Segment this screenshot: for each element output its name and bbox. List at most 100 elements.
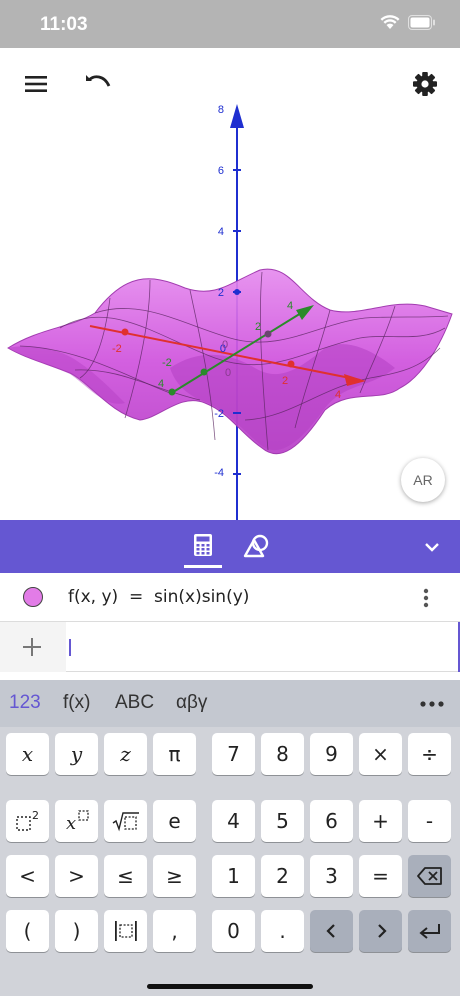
z-axis-arrow (230, 104, 244, 128)
key-backspace[interactable] (408, 855, 451, 897)
chevron-left-icon (325, 924, 335, 938)
key-8[interactable]: 8 (261, 733, 304, 775)
algebra-view: f(x, y) = sin(x)sin(y) (0, 573, 460, 680)
y-tick-label: -2 (162, 357, 172, 369)
chevron-down-icon (425, 543, 439, 552)
key-e[interactable]: e (153, 800, 196, 842)
z-tick-label: -4 (214, 467, 224, 479)
input-row (0, 622, 460, 672)
key-close-paren[interactable]: ) (55, 910, 98, 952)
key-divide[interactable]: ÷ (408, 733, 451, 775)
add-icon[interactable] (20, 635, 44, 659)
undo-icon (86, 75, 111, 87)
text-caret (69, 639, 71, 656)
key-less-equal[interactable]: ≤ (104, 855, 147, 897)
svg-text:x: x (66, 813, 76, 834)
origin-label: 0 (225, 367, 231, 379)
key-decimal[interactable]: . (261, 910, 304, 952)
enter-icon (418, 924, 440, 939)
key-less-than[interactable]: < (6, 855, 49, 897)
key-equals[interactable]: = (359, 855, 402, 897)
y-tick-label: 4 (287, 300, 293, 312)
active-tab-indicator (184, 565, 222, 568)
key-square[interactable]: 2 (6, 800, 49, 842)
tab-algebra[interactable] (182, 528, 224, 568)
z-tick-label: -2 (214, 408, 224, 420)
square-template-icon: 2 (15, 809, 39, 831)
x-tick-label: 4 (335, 389, 341, 401)
keyboard-tab-123[interactable]: 123 (9, 692, 41, 714)
key-cursor-left[interactable] (310, 910, 353, 952)
collapse-button[interactable] (416, 532, 448, 562)
power-template-icon: x (66, 810, 89, 834)
chevron-right-icon (377, 924, 387, 938)
key-greater-than[interactable]: > (55, 855, 98, 897)
undo-button[interactable] (80, 68, 116, 100)
y-axis-point (168, 388, 176, 396)
key-7[interactable]: 7 (212, 733, 255, 775)
key-multiply[interactable]: × (359, 733, 402, 775)
key-abs[interactable] (104, 910, 147, 952)
key-power[interactable]: x (55, 800, 98, 842)
key-x[interactable]: x (6, 733, 49, 775)
key-minus[interactable]: - (408, 800, 451, 842)
origin-label: 0 (222, 339, 228, 351)
x-axis-point (121, 328, 129, 336)
keyboard-tabs: 123 f(x) ABC αβγ (0, 680, 460, 727)
tab-tools[interactable] (238, 528, 278, 568)
calculator-icon (194, 534, 212, 556)
svg-text:2: 2 (32, 809, 39, 822)
key-greater-equal[interactable]: ≥ (153, 855, 196, 897)
3d-plot[interactable]: 8 6 4 2 0 -2 -4 2 4 -2 2 4 -2 0 0 4 (0, 48, 460, 520)
item-more-button[interactable] (414, 584, 438, 612)
y-tick-label: 4 (158, 378, 164, 390)
x-tick-label: -2 (112, 343, 122, 355)
view-tab-bar (0, 520, 460, 573)
key-comma[interactable]: , (153, 910, 196, 952)
battery-icon (408, 15, 435, 30)
wifi-icon (380, 15, 400, 29)
y-axis-point (200, 368, 208, 376)
visibility-toggle[interactable] (23, 587, 43, 607)
x-axis-point (287, 360, 295, 368)
keyboard-tab-greek[interactable]: αβγ (176, 692, 207, 714)
more-vertical-icon (423, 588, 429, 608)
backspace-icon (416, 867, 442, 885)
keyboard-more-icon[interactable] (418, 694, 446, 714)
key-cursor-right[interactable] (359, 910, 402, 952)
algebra-input-field[interactable] (66, 622, 460, 672)
key-y[interactable]: y (55, 733, 98, 775)
graphics-3d-view[interactable]: 8 6 4 2 0 -2 -4 2 4 -2 2 4 -2 0 0 4 AR (0, 48, 460, 520)
keyboard-tab-abc[interactable]: ABC (115, 692, 154, 714)
z-tick-label: 2 (218, 287, 224, 299)
y-tick-label: 2 (255, 321, 261, 333)
status-time: 11:03 (40, 14, 88, 35)
key-4[interactable]: 4 (212, 800, 255, 842)
key-open-paren[interactable]: ( (6, 910, 49, 952)
ar-button[interactable]: AR (401, 458, 445, 502)
key-3[interactable]: 3 (310, 855, 353, 897)
menu-button[interactable] (18, 68, 54, 100)
ar-label: AR (413, 472, 433, 488)
key-0[interactable]: 0 (212, 910, 255, 952)
key-2[interactable]: 2 (261, 855, 304, 897)
keyboard-tab-functions[interactable]: f(x) (63, 692, 90, 714)
x-tick-label: 2 (282, 375, 288, 387)
key-sqrt[interactable] (104, 800, 147, 842)
status-bar: 11:03 (0, 0, 460, 48)
key-1[interactable]: 1 (212, 855, 255, 897)
key-9[interactable]: 9 (310, 733, 353, 775)
key-5[interactable]: 5 (261, 800, 304, 842)
z-tick-label: 6 (218, 165, 224, 177)
gear-icon (413, 72, 437, 96)
key-enter[interactable] (408, 910, 451, 952)
key-pi[interactable]: π (153, 733, 196, 775)
key-z[interactable]: z (104, 733, 147, 775)
math-keyboard: 123 f(x) ABC αβγ x y z π 7 8 9 × ÷ 2 x e… (0, 680, 460, 996)
key-6[interactable]: 6 (310, 800, 353, 842)
algebra-item[interactable]: f(x, y) = sin(x)sin(y) (0, 573, 460, 622)
absolute-value-icon (114, 921, 137, 941)
key-plus[interactable]: + (359, 800, 402, 842)
function-definition[interactable]: f(x, y) = sin(x)sin(y) (68, 587, 249, 607)
settings-button[interactable] (406, 66, 444, 102)
